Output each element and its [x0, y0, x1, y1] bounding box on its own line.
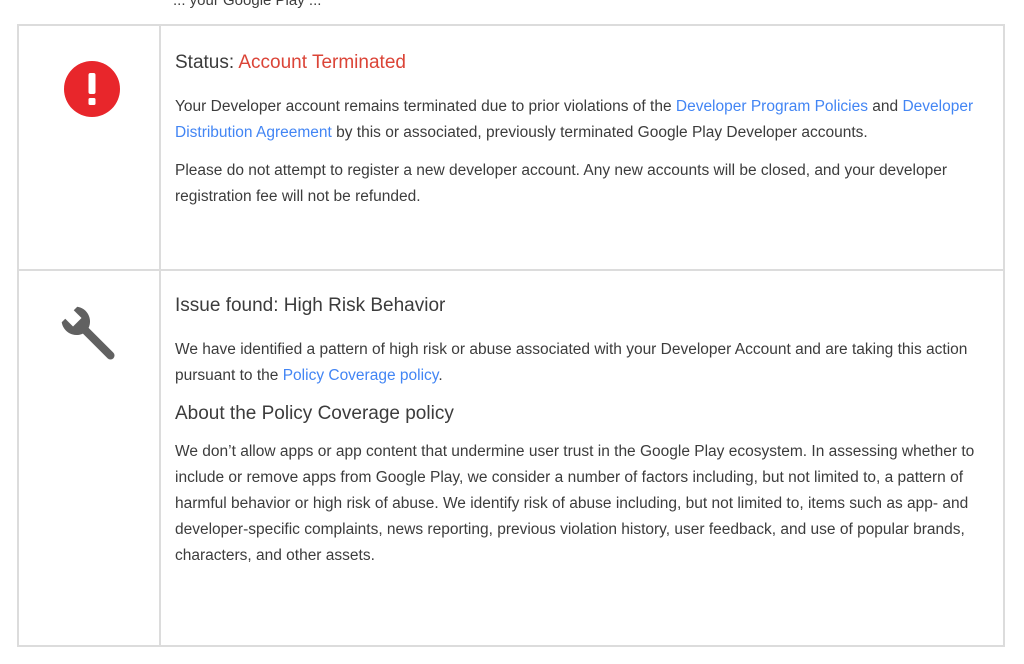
status-value: Account Terminated [238, 52, 406, 73]
registration-warning-paragraph: Please do not attempt to register a new … [175, 162, 948, 205]
termination-paragraph: Your Developer account remains terminate… [175, 98, 974, 141]
alert-circle-icon [64, 61, 120, 117]
issue-section: Issue found: High Risk Behavior We have … [175, 293, 990, 569]
cut-off-text: ... your Google Play ... [173, 0, 322, 9]
developer-program-policies-link[interactable]: Developer Program Policies [676, 98, 868, 115]
status-label: Status: [175, 52, 239, 73]
issue-paragraph: We have identified a pattern of high ris… [175, 341, 968, 384]
issue-heading: Issue found: High Risk Behavior [175, 295, 446, 316]
about-policy-heading: About the Policy Coverage policy [175, 403, 454, 424]
status-section: Status: Account Terminated Your Develope… [175, 50, 990, 210]
policy-coverage-link[interactable]: Policy Coverage policy [283, 367, 439, 384]
row-divider [19, 269, 1003, 271]
wrench-icon [57, 302, 123, 368]
about-policy-paragraph: We don’t allow apps or app content that … [175, 443, 975, 564]
policy-status-card: Status: Account Terminated Your Develope… [17, 24, 1005, 647]
status-heading: Status: Account Terminated [175, 50, 990, 76]
column-divider [159, 26, 161, 645]
